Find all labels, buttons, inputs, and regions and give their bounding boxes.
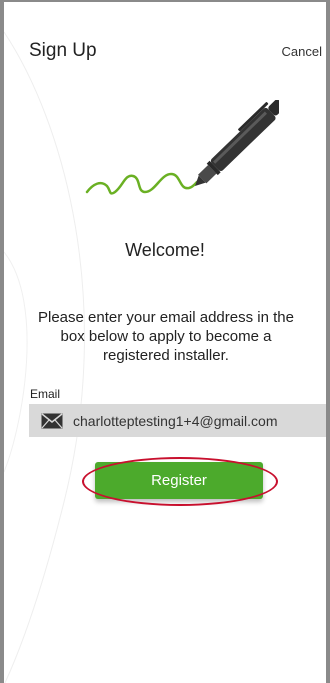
cancel-button[interactable]: Cancel: [282, 44, 322, 59]
header-bar: Sign Up Cancel: [4, 2, 326, 102]
email-label: Email: [30, 387, 61, 401]
email-value: charlotteptesting1+4@gmail.com: [73, 412, 278, 429]
welcome-heading: Welcome!: [125, 240, 205, 260]
pen-signature-icon: [85, 100, 279, 195]
mail-icon: [41, 412, 63, 428]
email-field[interactable]: charlotteptesting1+4@gmail.com: [29, 404, 326, 437]
signup-screen: Sign Up Cancel Welcome! Please enter you…: [0, 0, 330, 683]
page-title: Sign Up: [29, 40, 97, 61]
register-button[interactable]: Register: [95, 462, 263, 499]
instructions-text: Please enter your email address in the b…: [38, 309, 294, 364]
